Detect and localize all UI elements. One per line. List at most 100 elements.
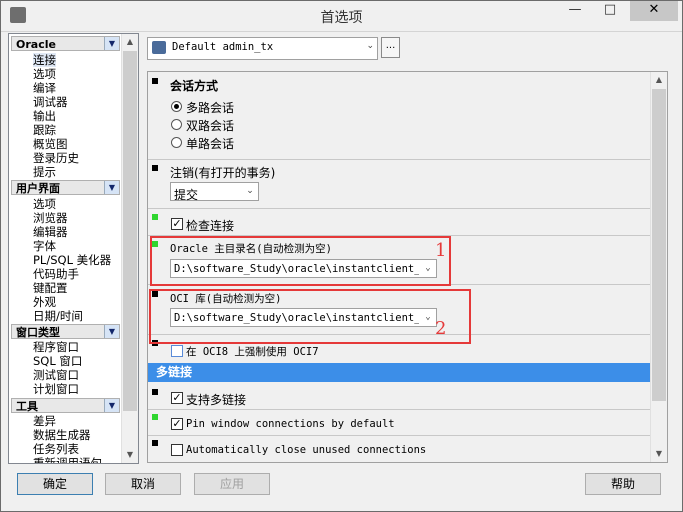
chevron-down-icon[interactable]: ⌄	[421, 310, 435, 325]
divider	[148, 208, 650, 209]
nav-item[interactable]: 程序窗口	[33, 340, 79, 354]
chevron-down-icon[interactable]: ⌄	[243, 184, 257, 199]
nav-item[interactable]: 编译	[33, 81, 56, 95]
ok-button[interactable]: 确定	[17, 473, 93, 495]
nav-item[interactable]: 日期/时间	[33, 309, 83, 323]
nav-item[interactable]: 计划窗口	[33, 382, 79, 396]
chevron-down-icon[interactable]: ▼	[104, 181, 119, 194]
support-multi-connection-checkbox[interactable]: ✓	[171, 392, 183, 404]
session-radio-single[interactable]	[171, 137, 182, 148]
nav-item[interactable]: PL/SQL 美化器	[33, 253, 111, 267]
scroll-thumb[interactable]	[652, 89, 666, 401]
panel-scrollbar[interactable]: ▲ ▼	[650, 72, 667, 462]
annotation-label-2: 2	[435, 318, 447, 339]
session-option-label: 双路会话	[186, 119, 235, 133]
nav-group-user-interface[interactable]: 用户界面 ▼	[11, 180, 120, 195]
divider	[148, 284, 650, 285]
user-settings-icon	[152, 41, 166, 54]
nav-item[interactable]: 调试器	[33, 95, 68, 109]
nav-group-label: 窗口类型	[16, 326, 60, 339]
logoff-label: 注销(有打开的事务)	[170, 166, 276, 180]
section-marker	[152, 340, 158, 346]
logoff-select[interactable]: 提交 ⌄	[170, 182, 259, 202]
session-radio-dual[interactable]	[171, 119, 182, 130]
session-mode-title: 会话方式	[170, 79, 219, 93]
close-button[interactable]: ✕	[630, 0, 678, 21]
section-marker	[152, 440, 158, 446]
chevron-down-icon[interactable]: ⌄	[421, 261, 435, 276]
scroll-up-icon[interactable]: ▲	[651, 72, 667, 88]
nav-item[interactable]: 差异	[33, 414, 56, 428]
user-settings-more-button[interactable]: ...	[381, 37, 400, 58]
cancel-button[interactable]: 取消	[105, 473, 181, 495]
minimize-button[interactable]: —	[560, 0, 590, 21]
auto-close-connections-label: Automatically close unused connections	[186, 444, 427, 456]
auto-close-connections-checkbox[interactable]	[171, 444, 183, 456]
nav-item[interactable]: 字体	[33, 239, 56, 253]
section-marker	[152, 214, 158, 220]
nav-item[interactable]: 外观	[33, 295, 56, 309]
user-settings-value: Default admin_tx	[172, 41, 274, 53]
chevron-down-icon[interactable]: ▼	[104, 37, 119, 50]
oracle-home-label: Oracle 主目录名(自动检测为空)	[170, 243, 332, 255]
section-marker	[152, 389, 158, 395]
oci-library-select[interactable]: D:\software_Study\oracle\instantclient_1…	[170, 308, 437, 327]
nav-item[interactable]: 概览图	[33, 137, 68, 151]
nav-item[interactable]: 输出	[33, 109, 56, 123]
nav-item[interactable]: 选项	[33, 67, 56, 81]
nav-group-tools[interactable]: 工具 ▼	[11, 398, 120, 413]
scroll-down-icon[interactable]: ▼	[122, 447, 138, 463]
scroll-up-icon[interactable]: ▲	[122, 34, 138, 50]
divider	[148, 334, 650, 335]
nav-item-connection[interactable]: 连接	[33, 53, 56, 67]
oci-library-value: D:\software_Study\oracle\instantclient_1…	[174, 312, 419, 324]
oci-library-label: OCI 库(自动检测为空)	[170, 293, 282, 305]
chevron-down-icon[interactable]: ▼	[104, 399, 119, 412]
force-oci7-checkbox[interactable]	[171, 345, 183, 357]
nav-item[interactable]: 代码助手	[33, 267, 79, 281]
chevron-down-icon[interactable]: ⌄	[366, 41, 374, 51]
pin-window-connections-checkbox[interactable]: ✓	[171, 418, 183, 430]
nav-item[interactable]: 浏览器	[33, 211, 68, 225]
nav-group-oracle[interactable]: Oracle ▼	[11, 36, 120, 51]
session-option-label: 多路会话	[186, 101, 235, 115]
check-connection-checkbox[interactable]: ✓	[171, 218, 183, 230]
oracle-home-select[interactable]: D:\software_Study\oracle\instantclient_1…	[170, 259, 437, 278]
apply-button[interactable]: 应用	[194, 473, 270, 495]
nav-item[interactable]: 选项	[33, 197, 56, 211]
nav-item[interactable]: 提示	[33, 165, 56, 179]
oracle-home-value: D:\software_Study\oracle\instantclient_1…	[174, 263, 419, 275]
nav-item[interactable]: 重新调用语句	[33, 456, 102, 463]
connection-settings-panel: 会话方式 多路会话 双路会话 单路会话 注销(有打开的事务) 提交 ⌄ ✓ 检查…	[147, 71, 668, 463]
nav-scrollbar[interactable]: ▲ ▼	[121, 34, 138, 463]
nav-group-window-types[interactable]: 窗口类型 ▼	[11, 324, 120, 339]
scroll-down-icon[interactable]: ▼	[651, 446, 667, 462]
nav-item[interactable]: 跟踪	[33, 123, 56, 137]
title-bar: 首选项 — □ ✕	[0, 0, 683, 32]
support-multi-connection-label: 支持多链接	[186, 393, 247, 407]
divider	[148, 435, 650, 436]
nav-item[interactable]: 登录历史	[33, 151, 79, 165]
multi-connection-header: 多链接	[148, 363, 650, 382]
check-connection-label: 检查连接	[186, 219, 235, 233]
logoff-value: 提交	[174, 188, 199, 202]
user-settings-select[interactable]: Default admin_tx ⌄	[147, 37, 378, 60]
nav-item[interactable]: 键配置	[33, 281, 68, 295]
session-radio-multi[interactable]	[171, 101, 182, 112]
divider	[148, 235, 650, 236]
nav-item[interactable]: 测试窗口	[33, 368, 79, 382]
nav-item[interactable]: 数据生成器	[33, 428, 91, 442]
scroll-thumb[interactable]	[123, 51, 137, 411]
nav-item[interactable]: SQL 窗口	[33, 354, 82, 368]
help-button[interactable]: 帮助	[585, 473, 661, 495]
session-option-label: 单路会话	[186, 137, 235, 151]
nav-item[interactable]: 任务列表	[33, 442, 79, 456]
preferences-nav: Oracle ▼ 连接 选项 编译 调试器 输出 跟踪 概览图 登录历史 提示 …	[8, 33, 139, 464]
maximize-button[interactable]: □	[595, 0, 625, 21]
chevron-down-icon[interactable]: ▼	[104, 325, 119, 338]
section-marker	[152, 78, 158, 84]
divider	[148, 159, 650, 160]
nav-item[interactable]: 编辑器	[33, 225, 68, 239]
section-marker	[152, 291, 158, 297]
section-marker	[152, 165, 158, 171]
